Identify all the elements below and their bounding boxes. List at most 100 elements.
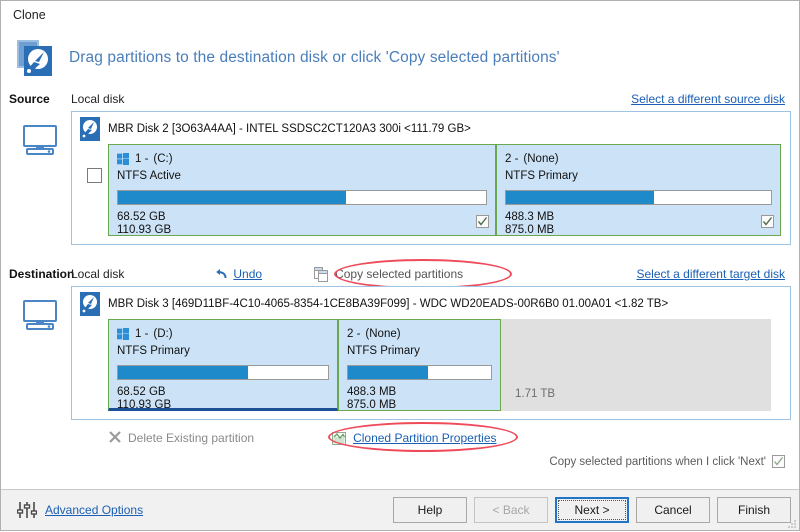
destination-type-label: Local disk [71,267,125,281]
hard-disk-icon [80,292,100,316]
source-monitor-cell [9,111,71,158]
copy-on-next-row[interactable]: Copy selected partitions when I click 'N… [549,455,785,468]
destination-disk-select-cell [80,319,108,343]
sliders-icon [16,501,38,519]
partition-properties-icon [332,431,347,445]
source-partition-2-usage-bar [505,190,772,205]
source-partition-2-used: 488.3 MB [505,211,555,223]
destination-partition-1-filesystem: NTFS Primary [117,345,190,357]
destination-partition-1[interactable]: 1 - (D:) NTFS Primary 68.52 GB 110.93 GB [108,319,338,411]
copy-selected-partitions-label: Copy selected partitions [335,267,464,281]
destination-partition-1-usage-fill [118,366,249,379]
destination-disk-row: MBR Disk 3 [469D11BF-4C10-4065-8354-1CE8… [9,286,791,420]
undo-button[interactable]: Undo [214,267,262,281]
source-partition-1[interactable]: 1 - (C:) NTFS Active 68.52 GB 110.93 GB [108,144,496,236]
delete-existing-partition-label: Delete Existing partition [128,431,255,445]
header-instruction: Drag partitions to the destination disk … [69,49,560,66]
destination-disk-title: MBR Disk 3 [469D11BF-4C10-4065-8354-1CE8… [108,298,669,310]
wizard-body: Source Local disk Select a different sou… [1,87,799,489]
copy-pages-icon [314,266,329,282]
destination-partition-1-used: 68.52 GB [117,386,166,398]
source-partition-1-usage-fill [118,191,347,204]
window-title: Clone [13,7,46,22]
destination-partition-1-total: 110.93 GB [117,399,172,411]
source-partition-2-letter: (None) [523,153,559,165]
advanced-options-label[interactable]: Advanced Options [45,503,143,517]
source-partition-1-checkbox[interactable] [476,215,489,228]
select-different-target-disk-link[interactable]: Select a different target disk [636,267,785,281]
source-disk-select-cell [80,144,108,183]
source-partition-1-number: 1 - [135,153,149,165]
destination-unallocated-size: 1.71 TB [515,388,556,400]
source-partition-2-sizes: 488.3 MB 875.0 MB [505,211,772,237]
destination-actions-row: Delete Existing partition Cloned Partiti… [9,422,791,468]
select-different-source-disk-link[interactable]: Select a different source disk [631,92,785,106]
source-disk-title: MBR Disk 2 [3O63A4AA] - INTEL SSDSC2CT12… [108,123,471,135]
x-close-icon [109,430,121,446]
destination-partitions: 1 - (D:) NTFS Primary 68.52 GB 110.93 GB [108,319,782,411]
hard-disk-icon [80,117,100,141]
resize-grip[interactable] [787,518,797,528]
destination-disk-panel: MBR Disk 3 [469D11BF-4C10-4065-8354-1CE8… [71,286,791,420]
source-disk-head: MBR Disk 2 [3O63A4AA] - INTEL SSDSC2CT12… [80,117,782,141]
source-partition-1-title: 1 - (C:) [117,151,487,167]
source-partition-1-letter: (C:) [153,153,173,165]
destination-partition-1-title: 1 - (D:) [117,326,329,342]
wizard-footer: Advanced Options Help < Back Next > Canc… [1,489,799,530]
advanced-options-button[interactable]: Advanced Options [16,501,143,519]
source-partition-1-filesystem: NTFS Active [117,170,181,182]
destination-disk-head: MBR Disk 3 [469D11BF-4C10-4065-8354-1CE8… [80,292,782,316]
source-partitions: 1 - (C:) NTFS Active 68.52 GB 110.93 GB [108,144,782,236]
source-partition-1-usage-bar [117,190,487,205]
source-partition-2-number: 2 - [505,153,519,165]
destination-partition-2[interactable]: 2 - (None) NTFS Primary 488.3 MB 875.0 M… [338,319,501,411]
source-partition-2-total: 875.0 MB [505,224,555,236]
clone-wizard-window: Clone Drag partitions to the destination… [0,0,800,531]
destination-unallocated-space[interactable]: 1.71 TB [501,319,771,411]
footer-buttons: Help < Back Next > Cancel Finish [393,497,791,523]
source-partition-1-total: 110.93 GB [117,224,172,236]
cloned-partition-properties-label[interactable]: Cloned Partition Properties [353,431,496,445]
computer-monitor-icon [23,300,57,333]
header-banner: Drag partitions to the destination disk … [1,29,799,87]
destination-partition-1-number: 1 - [135,328,149,340]
back-button[interactable]: < Back [474,497,548,523]
source-type-label: Local disk [71,92,125,106]
destination-partition-2-filesystem: NTFS Primary [347,345,420,357]
undo-arrow-icon [214,267,228,281]
next-button[interactable]: Next > [555,497,629,523]
copy-selected-partitions-button[interactable]: Copy selected partitions [308,265,469,284]
finish-button[interactable]: Finish [717,497,791,523]
destination-disk-body: 1 - (D:) NTFS Primary 68.52 GB 110.93 GB [80,319,782,411]
source-partition-2-filesystem: NTFS Primary [505,170,578,182]
windows-logo-icon [117,153,129,165]
source-partition-2[interactable]: 2 - (None) NTFS Primary 488.3 MB 875.0 M… [496,144,781,236]
destination-partition-2-sizes: 488.3 MB 875.0 MB [347,386,492,412]
copy-on-next-label: Copy selected partitions when I click 'N… [549,455,766,468]
delete-existing-partition-button[interactable]: Delete Existing partition [109,430,255,446]
source-label: Source [9,92,50,106]
destination-monitor-cell [9,286,71,333]
destination-partition-1-usage-bar [117,365,329,380]
destination-partition-2-letter: (None) [365,328,401,340]
source-disk-row: MBR Disk 2 [3O63A4AA] - INTEL SSDSC2CT12… [9,111,791,245]
destination-partition-2-usage-bar [347,365,492,380]
source-disk-body: 1 - (C:) NTFS Active 68.52 GB 110.93 GB [80,144,782,236]
source-partition-1-sizes: 68.52 GB 110.93 GB [117,211,487,237]
window-titlebar: Clone [1,1,799,29]
cloned-partition-properties-button[interactable]: Cloned Partition Properties [332,431,497,445]
source-partition-2-title: 2 - (None) [505,151,772,167]
source-partition-1-used: 68.52 GB [117,211,166,223]
source-partition-2-checkbox[interactable] [761,215,774,228]
undo-label[interactable]: Undo [233,267,262,281]
destination-partition-2-usage-fill [348,366,429,379]
cancel-button[interactable]: Cancel [636,497,710,523]
help-button[interactable]: Help [393,497,467,523]
destination-section-bar: Destination Local disk Undo Copy selecte… [9,259,791,289]
copy-on-next-checkbox[interactable] [772,455,785,468]
destination-partition-1-letter: (D:) [153,328,173,340]
source-disk-checkbox[interactable] [86,168,102,183]
destination-label: Destination [9,267,75,281]
source-disk-panel: MBR Disk 2 [3O63A4AA] - INTEL SSDSC2CT12… [71,111,791,245]
destination-partition-2-used: 488.3 MB [347,386,397,398]
